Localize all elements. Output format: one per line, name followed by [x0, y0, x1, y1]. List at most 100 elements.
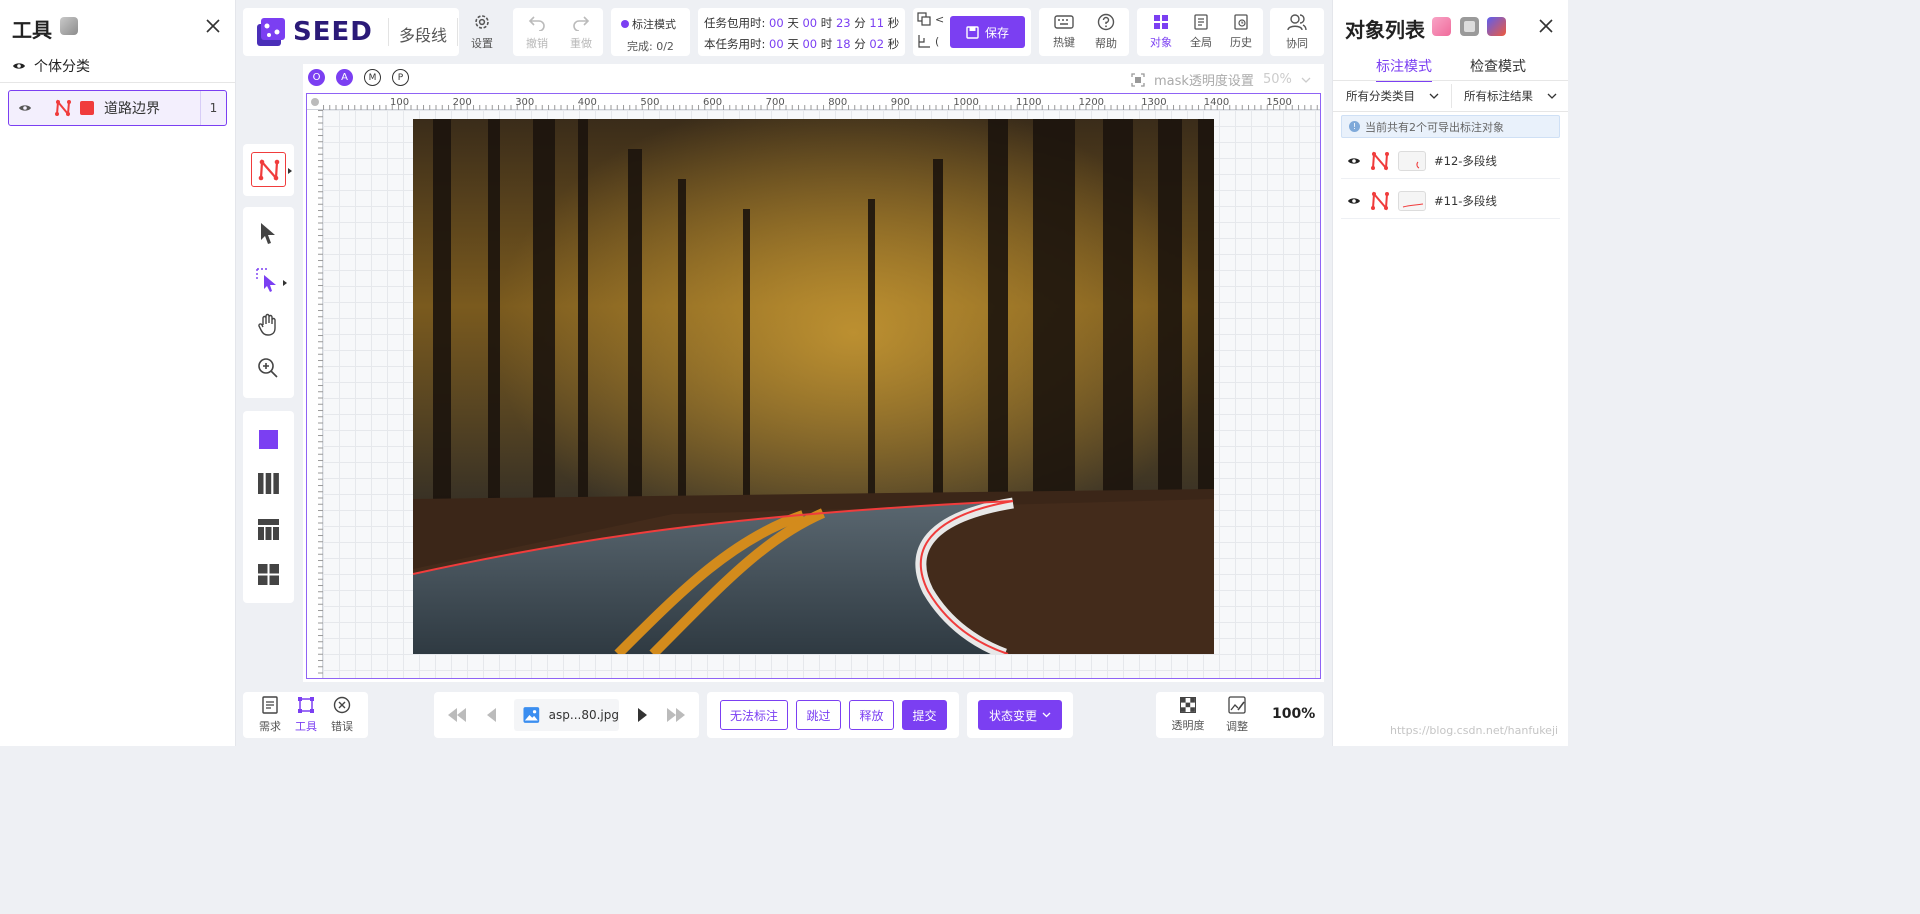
ruler-x-label: 500 [640, 97, 660, 108]
mode-badge-a[interactable]: A [336, 69, 353, 86]
help-label: 帮助 [1095, 37, 1117, 50]
object-item-12[interactable]: #12-多段线 [1341, 143, 1560, 179]
eye-icon[interactable] [1347, 196, 1361, 206]
layers-icon[interactable] [60, 17, 78, 35]
global-view-button[interactable]: 全局 [1181, 8, 1221, 56]
polyline-icon [258, 158, 279, 181]
ruler-x-label: 800 [828, 97, 848, 108]
chevron-down-icon [1042, 712, 1051, 718]
errors-label: 错误 [331, 720, 353, 733]
pan-tool-button[interactable] [257, 313, 279, 337]
timer-label: 任务包用时: [704, 16, 766, 30]
eye-icon[interactable] [18, 103, 32, 113]
collab-label: 协同 [1286, 37, 1308, 50]
mode-status-group: 标注模式 完成: 0/2 [611, 8, 690, 56]
timer-unit: 分 [854, 16, 866, 30]
caret-right-icon[interactable] [283, 280, 287, 286]
columns-view-button[interactable] [258, 473, 279, 494]
close-icon[interactable] [1537, 17, 1555, 35]
category-filter-select[interactable]: 所有分类类目 [1346, 84, 1439, 108]
history-view-button[interactable]: 历史 [1221, 8, 1261, 56]
mask-icon [1131, 72, 1145, 87]
tab-check-mode[interactable]: 检查模式 [1470, 56, 1526, 76]
eye-icon[interactable] [12, 61, 26, 71]
row-layout-icon [258, 519, 279, 540]
object-item-11[interactable]: #11-多段线 [1341, 183, 1560, 219]
undo-button[interactable]: 撤销 [515, 8, 559, 56]
annotated-image[interactable] [413, 119, 1214, 654]
polyline-tool-button[interactable] [251, 152, 286, 187]
undo-icon [528, 16, 545, 31]
gear-icon [475, 15, 489, 29]
redo-button[interactable]: 重做 [559, 8, 603, 56]
image-file-icon [523, 707, 540, 723]
category-label: 道路边界 [104, 101, 160, 117]
transparency-button[interactable]: 透明度 [1166, 692, 1210, 738]
tab-annotate-mode[interactable]: 标注模式 [1376, 56, 1432, 82]
gray-app-icon[interactable] [1460, 17, 1479, 36]
last-file-button[interactable] [665, 707, 687, 723]
hotkeys-label: 热键 [1053, 36, 1075, 49]
cannot-annotate-button[interactable]: 无法标注 [720, 700, 788, 730]
timer-days: 00 [769, 16, 784, 30]
close-icon[interactable] [204, 17, 222, 35]
paste-button[interactable]: ( [917, 34, 939, 48]
grid-view-button[interactable] [258, 564, 279, 585]
global-label: 全局 [1190, 36, 1212, 49]
save-button[interactable]: 保存 [950, 16, 1025, 48]
select-tool-button[interactable] [257, 221, 279, 245]
history-icon [1234, 14, 1248, 30]
zoom-level[interactable]: 100% [1272, 706, 1315, 722]
collab-button[interactable]: 协同 [1276, 8, 1318, 56]
pink-app-icon[interactable] [1432, 17, 1451, 36]
next-file-button[interactable] [637, 707, 649, 723]
colorful-app-icon[interactable] [1487, 17, 1506, 36]
category-item-road-boundary[interactable]: 道路边界 1 [8, 90, 227, 126]
status-change-button[interactable]: 状态变更 [978, 700, 1062, 730]
category-filter-value: 所有分类类目 [1346, 89, 1415, 103]
users-icon [1287, 14, 1307, 31]
help-button[interactable]: 帮助 [1085, 8, 1127, 56]
caret-right-icon[interactable] [288, 168, 292, 174]
errors-button[interactable]: 错误 [321, 692, 363, 738]
individual-category-header[interactable]: 个体分类 [12, 56, 90, 76]
adjust-button[interactable]: 调整 [1215, 692, 1259, 738]
release-button[interactable]: 释放 [849, 700, 894, 730]
copy-button[interactable]: < [917, 12, 944, 26]
mode-label: 标注模式 [632, 18, 676, 31]
save-group: < ( 保存 [913, 8, 1031, 56]
ruler-x-label: 1500 [1266, 97, 1292, 108]
settings-button[interactable]: 设置 [461, 8, 503, 56]
seed-logo-text: SEED [293, 17, 373, 47]
mode-badge-o[interactable]: O [308, 69, 325, 86]
row-layout-view-button[interactable] [258, 519, 279, 540]
pointer-tools-card [243, 207, 294, 398]
divider [388, 18, 389, 46]
multi-select-tool-button[interactable] [255, 267, 281, 293]
mask-label: mask透明度设置 [1154, 74, 1254, 89]
timer-unit: 分 [854, 37, 866, 51]
objects-view-button[interactable]: 对象 [1141, 8, 1181, 56]
single-view-button[interactable] [259, 430, 278, 449]
mode-badge-m[interactable]: M [364, 69, 381, 86]
mask-opacity-setting[interactable]: mask透明度设置 50% [1131, 70, 1311, 89]
eye-icon[interactable] [1347, 156, 1361, 166]
status-change-group: 状态变更 [967, 692, 1073, 738]
ruler-x-label: 1300 [1141, 97, 1167, 108]
prev-file-button[interactable] [485, 707, 497, 723]
timer-seconds: 11 [869, 16, 885, 30]
settings-label: 设置 [471, 37, 493, 50]
mode-badge-p[interactable]: P [392, 69, 409, 86]
double-right-icon [667, 708, 685, 722]
current-file[interactable]: asp...80.jpg [514, 699, 619, 731]
submit-button[interactable]: 提交 [902, 700, 947, 730]
skip-button[interactable]: 跳过 [796, 700, 841, 730]
first-file-button[interactable] [446, 707, 468, 723]
help-icon [1097, 13, 1115, 31]
paste-label: ( [935, 34, 940, 48]
history-group: 撤销 重做 [513, 8, 603, 56]
zoom-tool-button[interactable] [257, 357, 279, 379]
mask-value[interactable]: 50% [1263, 72, 1292, 87]
result-filter-select[interactable]: 所有标注结果 [1464, 84, 1557, 108]
hotkeys-button[interactable]: 热键 [1043, 8, 1085, 56]
